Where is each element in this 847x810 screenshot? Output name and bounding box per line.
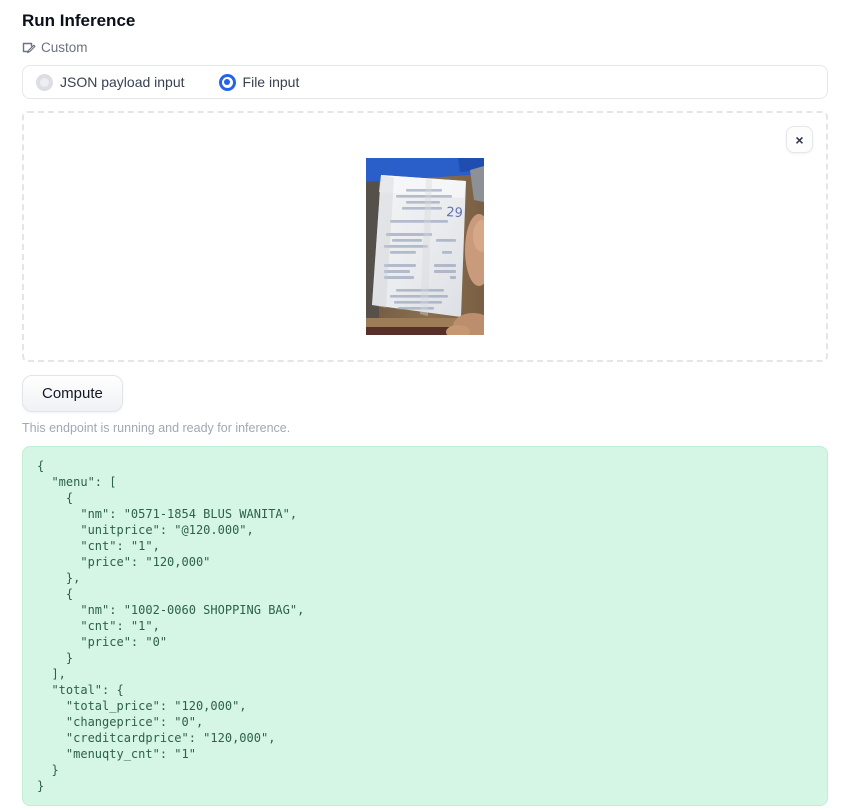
svg-text:29: 29 bbox=[446, 205, 464, 221]
custom-task-icon bbox=[22, 41, 36, 55]
radio-file-label: File input bbox=[243, 74, 300, 90]
radio-circle-unselected-icon[interactable] bbox=[36, 74, 53, 91]
page-title: Run Inference bbox=[22, 11, 828, 31]
radio-json-label: JSON payload input bbox=[60, 74, 185, 90]
remove-file-button[interactable]: × bbox=[786, 126, 813, 153]
inference-output-json: { "menu": [ { "nm": "0571-1854 BLUS WANI… bbox=[37, 458, 813, 794]
task-tag-label: Custom bbox=[41, 40, 88, 55]
radio-circle-selected-icon[interactable] bbox=[219, 74, 236, 91]
run-inference-panel: Run Inference Custom JSON payload input … bbox=[0, 0, 847, 806]
inference-output-box: { "menu": [ { "nm": "0571-1854 BLUS WANI… bbox=[22, 446, 828, 806]
radio-json-payload-input[interactable]: JSON payload input bbox=[36, 74, 185, 91]
close-icon: × bbox=[795, 133, 803, 147]
radio-file-input[interactable]: File input bbox=[219, 74, 300, 91]
uploaded-receipt-image: 29 bbox=[366, 158, 484, 335]
file-drop-area[interactable]: × bbox=[22, 111, 828, 362]
endpoint-status-text: This endpoint is running and ready for i… bbox=[22, 421, 828, 435]
input-mode-selector: JSON payload input File input bbox=[22, 65, 828, 99]
compute-button[interactable]: Compute bbox=[22, 375, 123, 412]
task-tag: Custom bbox=[22, 40, 828, 55]
